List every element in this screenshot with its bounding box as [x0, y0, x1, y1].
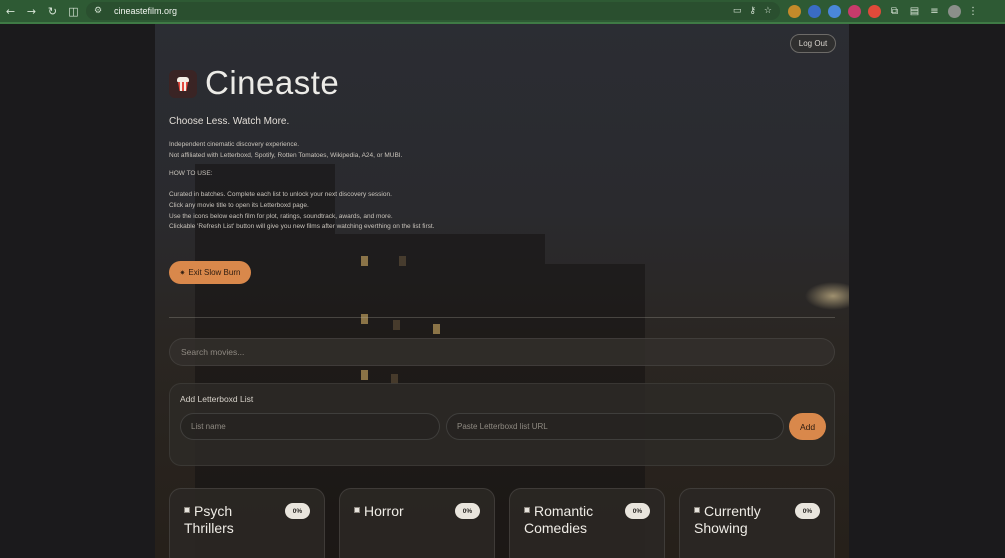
extensions-bar: ⧉ ▤ ≡ ⋮ — [788, 3, 978, 19]
lit-window — [361, 314, 368, 324]
progress-badge: 0% — [455, 503, 480, 519]
progress-badge: 0% — [625, 503, 650, 519]
list-url-input[interactable] — [447, 414, 783, 439]
menu-dots-icon[interactable]: ⋮ — [968, 5, 978, 18]
how-to-steps: Curated in batches. Complete each list t… — [169, 190, 435, 233]
list-url-field — [446, 413, 784, 440]
logout-button[interactable]: Log Out — [790, 34, 836, 53]
site-settings-icon[interactable]: ⚙ — [94, 6, 108, 16]
reload-icon[interactable]: ↻ — [42, 0, 63, 22]
checkbox-icon — [524, 507, 530, 514]
search-input[interactable] — [170, 339, 834, 365]
extension-1-icon[interactable] — [788, 4, 801, 18]
list-card-title[interactable]: Horror — [354, 503, 454, 520]
list-name-input[interactable] — [181, 414, 439, 439]
extension-4-icon[interactable] — [848, 4, 861, 18]
how-to-step: Use the icons below each film for plot, … — [169, 212, 393, 220]
checkbox-icon — [694, 507, 700, 514]
list-card-title[interactable]: Romantic Comedies — [524, 503, 624, 536]
address-bar[interactable]: ⚙ cineastefilm.org ▭ ⚷ ☆ — [86, 2, 780, 20]
browser-toolbar: ← → ↻ ◫ ⚙ cineastefilm.org ▭ ⚷ ☆ ⧉ ▤ ≡ ⋮ — [0, 0, 1005, 22]
info-intro: Independent cinematic discovery experien… — [169, 140, 402, 162]
hero-section: Log Out Cineaste Choose Less. Watch More… — [155, 24, 849, 558]
bookmark-star-icon[interactable]: ☆ — [764, 6, 772, 16]
site-title: Cineaste — [205, 64, 340, 101]
forward-icon[interactable]: → — [21, 0, 42, 22]
extension-5-icon[interactable] — [868, 4, 881, 18]
checkbox-icon — [354, 507, 360, 514]
split-view-icon[interactable]: ◫ — [63, 0, 84, 22]
info-line: Not affiliated with Letterboxd, Spotify,… — [169, 151, 403, 159]
password-key-icon[interactable]: ⚷ — [749, 6, 756, 16]
lit-window — [393, 320, 400, 330]
how-to-step: Click any movie title to open its Letter… — [169, 201, 309, 209]
progress-badge: 0% — [285, 503, 310, 519]
profile-avatar-icon[interactable] — [948, 4, 961, 18]
list-card-title[interactable]: Currently Showing — [694, 503, 794, 536]
media-controls-icon[interactable]: ≡ — [928, 5, 941, 18]
exit-slow-burn-button[interactable]: ✷ Exit Slow Burn — [169, 261, 251, 284]
list-card-currently-showing[interactable]: Currently Showing 0% — [679, 488, 835, 558]
exit-slow-burn-label: Exit Slow Burn — [188, 268, 241, 277]
list-card-horror[interactable]: Horror 0% — [339, 488, 495, 558]
how-to-step: Curated in batches. Complete each list t… — [169, 191, 392, 198]
info-line: Independent cinematic discovery experien… — [169, 141, 300, 148]
lit-window — [361, 256, 368, 266]
how-to-heading: HOW TO USE: — [169, 170, 213, 177]
back-icon[interactable]: ← — [0, 0, 21, 22]
extension-3-icon[interactable] — [828, 4, 841, 18]
address-url[interactable]: cineastefilm.org — [114, 6, 177, 16]
page-background: Log Out Cineaste Choose Less. Watch More… — [0, 24, 1005, 558]
extension-2-icon[interactable] — [808, 4, 821, 18]
lit-window — [399, 256, 406, 266]
add-list-title: Add Letterboxd List — [180, 394, 254, 404]
popcorn-logo-icon — [169, 70, 197, 98]
add-list-button[interactable]: Add — [789, 413, 826, 440]
side-panel-icon[interactable]: ▤ — [908, 5, 921, 18]
checkbox-icon — [184, 507, 190, 514]
list-card-title[interactable]: Psych Thrillers — [184, 503, 284, 536]
tagline: Choose Less. Watch More. — [169, 116, 290, 127]
how-to-step: Clickable 'Refresh List' button will giv… — [169, 223, 435, 231]
install-app-icon[interactable]: ▭ — [733, 6, 742, 16]
list-card-romantic-comedies[interactable]: Romantic Comedies 0% — [509, 488, 665, 558]
section-divider — [169, 317, 835, 318]
lit-window — [361, 370, 368, 380]
list-cards: Psych Thrillers 0% Horror 0% Romantic Co… — [169, 488, 835, 558]
add-letterboxd-list-panel: Add Letterboxd List Add — [169, 383, 835, 466]
list-name-field — [180, 413, 440, 440]
search-bar — [169, 338, 835, 366]
sparkle-icon: ✷ — [179, 268, 186, 277]
lit-window — [433, 324, 440, 334]
list-card-psych-thrillers[interactable]: Psych Thrillers 0% — [169, 488, 325, 558]
extensions-puzzle-icon[interactable]: ⧉ — [888, 5, 901, 18]
progress-badge: 0% — [795, 503, 820, 519]
